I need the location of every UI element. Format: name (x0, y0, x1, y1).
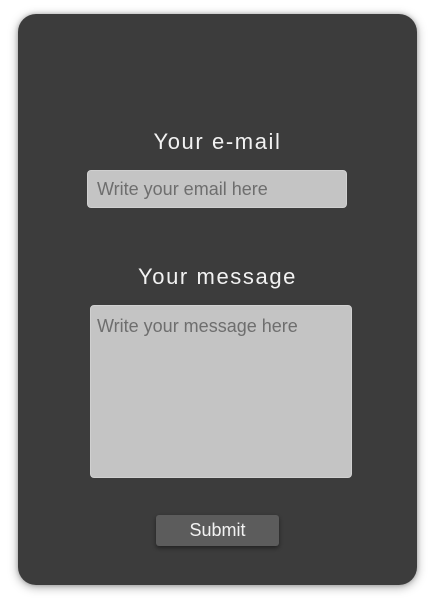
email-field[interactable] (87, 170, 347, 208)
contact-form-card: Your e-mail Your message Submit (18, 14, 417, 585)
submit-button[interactable]: Submit (156, 515, 279, 546)
email-label: Your e-mail (153, 129, 282, 154)
message-field[interactable] (90, 305, 352, 478)
message-label: Your message (137, 264, 298, 289)
